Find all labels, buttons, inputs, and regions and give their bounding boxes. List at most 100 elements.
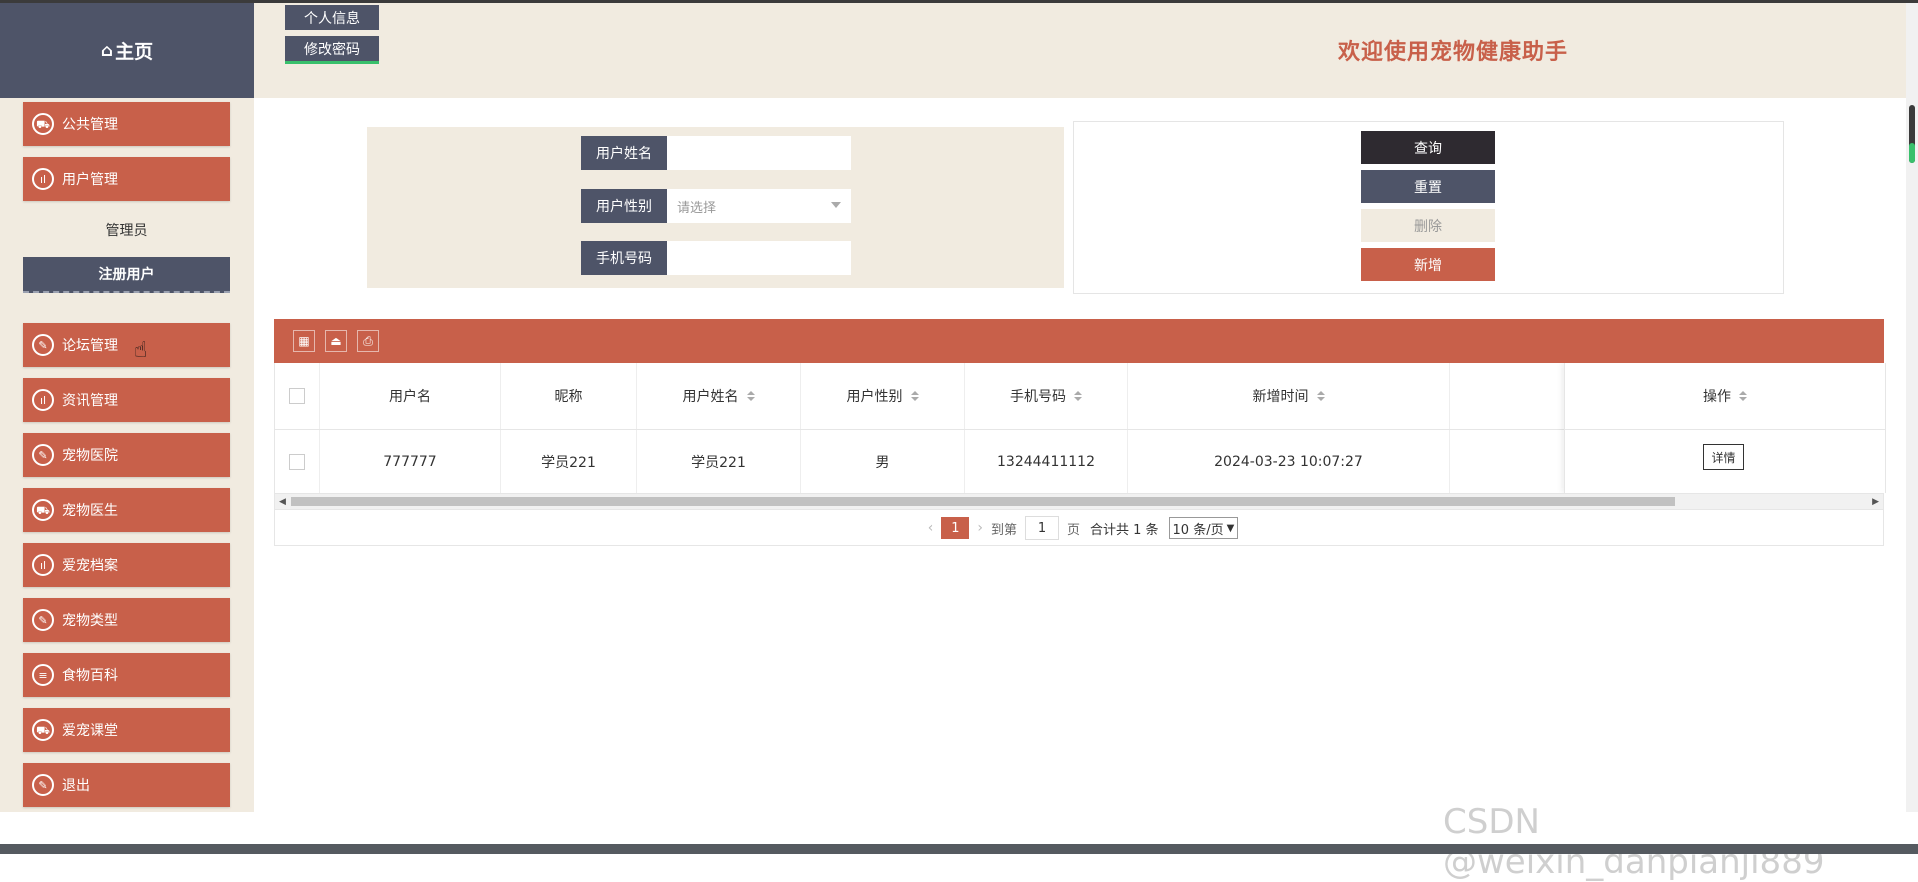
edit-icon: ✎ (32, 609, 54, 631)
export-icon[interactable]: ⏏ (325, 330, 347, 352)
columns-icon[interactable]: ▦ (293, 330, 315, 352)
add-button[interactable]: 新增 (1361, 248, 1495, 281)
row-checkbox-cell (275, 430, 320, 493)
print-icon[interactable]: ⎙ (357, 330, 379, 352)
sidebar-item-news-management[interactable]: ıl 资讯管理 (23, 378, 230, 422)
goto-page-input[interactable]: 1 (1024, 516, 1059, 540)
sort-icon[interactable] (910, 391, 919, 401)
search-form: 用户姓名 用户性别 请选择 手机号码 (367, 127, 1064, 288)
edit-icon: ✎ (32, 774, 54, 796)
sidebar-item-user-management[interactable]: ıl 用户管理 (23, 157, 230, 201)
sidebar-item-label: 宠物医生 (62, 503, 118, 519)
col-username: 用户名 (320, 363, 501, 429)
scroll-left-icon[interactable]: ◀ (279, 497, 286, 507)
action-panel: 查询 重置 删除 新增 (1073, 121, 1784, 294)
sidebar-item-label: 爱宠课堂 (62, 723, 118, 739)
sidebar-item-label: 退出 (62, 778, 90, 794)
welcome-title: 欢迎使用宠物健康助手 (1338, 40, 1569, 65)
sidebar-item-label: 公共管理 (62, 117, 118, 133)
profile-button[interactable]: 个人信息 (285, 5, 379, 30)
gender-label: 用户性别 (581, 189, 667, 223)
sidebar-item-label: 食物百科 (62, 668, 118, 684)
cell-realname: 学员221 (637, 430, 801, 493)
sidebar-item-pet-hospital[interactable]: ✎ 宠物医院 (23, 433, 230, 477)
car-icon: ⛟ (32, 499, 54, 521)
prev-page-icon[interactable]: ‹ (928, 520, 934, 536)
query-button[interactable]: 查询 (1361, 131, 1495, 164)
col-nickname: 昵称 (501, 363, 637, 429)
phone-input[interactable] (667, 241, 851, 275)
sidebar-item-food-encyclopedia[interactable]: ≡ 食物百科 (23, 653, 230, 697)
col-created-label: 新增时间 (1252, 389, 1309, 405)
page-label: 页 (1066, 522, 1080, 538)
change-password-button[interactable]: 修改密码 (285, 36, 379, 64)
bottom-bar (0, 844, 1918, 854)
bar-chart-icon: ıl (32, 554, 54, 576)
watermark: CSDN @weixin_danpianji889 (1443, 802, 1825, 882)
sidebar-item-label: 论坛管理 (62, 338, 118, 354)
sidebar-item-pet-classroom[interactable]: ⛟ 爱宠课堂 (23, 708, 230, 752)
gender-select[interactable]: 请选择 (667, 189, 851, 223)
pagination: ‹ 1 › 到第 1 页 合计共 1 条 10 条/页 ▼ (275, 510, 1883, 546)
top-header: 个人信息 修改密码 欢迎使用宠物健康助手 (254, 3, 1906, 98)
page-number-current[interactable]: 1 (941, 517, 970, 539)
sidebar-item-label: 宠物医院 (62, 448, 118, 464)
sidebar-item-public-management[interactable]: ⛟ 公共管理 (23, 102, 230, 146)
sidebar-item-label: 宠物类型 (62, 613, 118, 629)
horizontal-scrollbar[interactable]: ◀ ▶ (274, 493, 1884, 510)
scroll-right-icon[interactable]: ▶ (1872, 497, 1879, 507)
operations-column: 操作 详情 (1564, 363, 1885, 493)
col-created[interactable]: 新增时间 (1128, 363, 1450, 429)
sort-icon[interactable] (1739, 391, 1747, 401)
delete-button[interactable]: 删除 (1361, 209, 1495, 242)
sort-icon[interactable] (746, 391, 755, 401)
col-realname-label: 用户姓名 (682, 389, 739, 405)
edit-icon: ✎ (32, 444, 54, 466)
sidebar-item-label: 用户管理 (62, 172, 118, 188)
mouse-cursor-icon: ☝ (134, 338, 148, 363)
col-phone[interactable]: 手机号码 (965, 363, 1128, 429)
page-size-value: 10 条/页 (1172, 522, 1224, 538)
col-gender-label: 用户性别 (846, 389, 903, 405)
col-phone-label: 手机号码 (1010, 389, 1066, 405)
pagination-bar: ‹ 1 › 到第 1 页 合计共 1 条 10 条/页 ▼ (274, 510, 1884, 546)
cell-created: 2024-03-23 10:07:27 (1128, 430, 1450, 493)
reset-button[interactable]: 重置 (1361, 170, 1495, 203)
col-extra (1450, 363, 1570, 429)
home-link[interactable]: ⌂ 主页 (0, 3, 254, 98)
sort-icon[interactable] (1316, 391, 1325, 401)
row-checkbox[interactable] (289, 453, 305, 470)
sidebar-item-forum-management[interactable]: ✎ 论坛管理 (23, 323, 230, 367)
cell-username: 777777 (320, 430, 501, 493)
scroll-thumb[interactable] (291, 497, 1675, 506)
sidebar-item-logout[interactable]: ✎ 退出 (23, 763, 230, 807)
sidebar-item-pet-archive[interactable]: ıl 爱宠档案 (23, 543, 230, 587)
detail-button[interactable]: 详情 (1703, 444, 1744, 470)
select-all-checkbox[interactable] (289, 388, 305, 404)
page-size-select[interactable]: 10 条/页 ▼ (1168, 517, 1239, 539)
col-operations[interactable]: 操作 (1565, 363, 1885, 430)
document-icon: ≡ (32, 664, 54, 686)
phone-label: 手机号码 (581, 241, 667, 275)
car-icon: ⛟ (32, 113, 54, 135)
sidebar-sub-admin[interactable]: 管理员 (23, 220, 230, 240)
sort-icon[interactable] (1074, 391, 1082, 401)
col-gender[interactable]: 用户性别 (801, 363, 965, 429)
chevron-down-icon (831, 202, 841, 208)
col-operations-label: 操作 (1703, 389, 1731, 405)
next-page-icon[interactable]: › (977, 520, 983, 536)
cell-gender: 男 (801, 430, 965, 493)
vertical-scrollbar[interactable] (1906, 3, 1918, 812)
edit-icon: ✎ (32, 334, 54, 356)
sidebar-sub-register-user[interactable]: 注册用户 (23, 257, 230, 293)
home-icon: ⌂ (100, 40, 114, 61)
cell-phone: 13244411112 (965, 430, 1128, 493)
goto-label: 到第 (990, 522, 1017, 538)
operations-cell: 详情 (1565, 430, 1885, 493)
col-realname[interactable]: 用户姓名 (637, 363, 801, 429)
sidebar-item-pet-type[interactable]: ✎ 宠物类型 (23, 598, 230, 642)
sidebar-item-pet-doctor[interactable]: ⛟ 宠物医生 (23, 488, 230, 532)
table-toolbar: ▦ ⏏ ⎙ (274, 319, 1884, 363)
gender-select-placeholder: 请选择 (677, 200, 717, 216)
name-input[interactable] (667, 136, 851, 170)
